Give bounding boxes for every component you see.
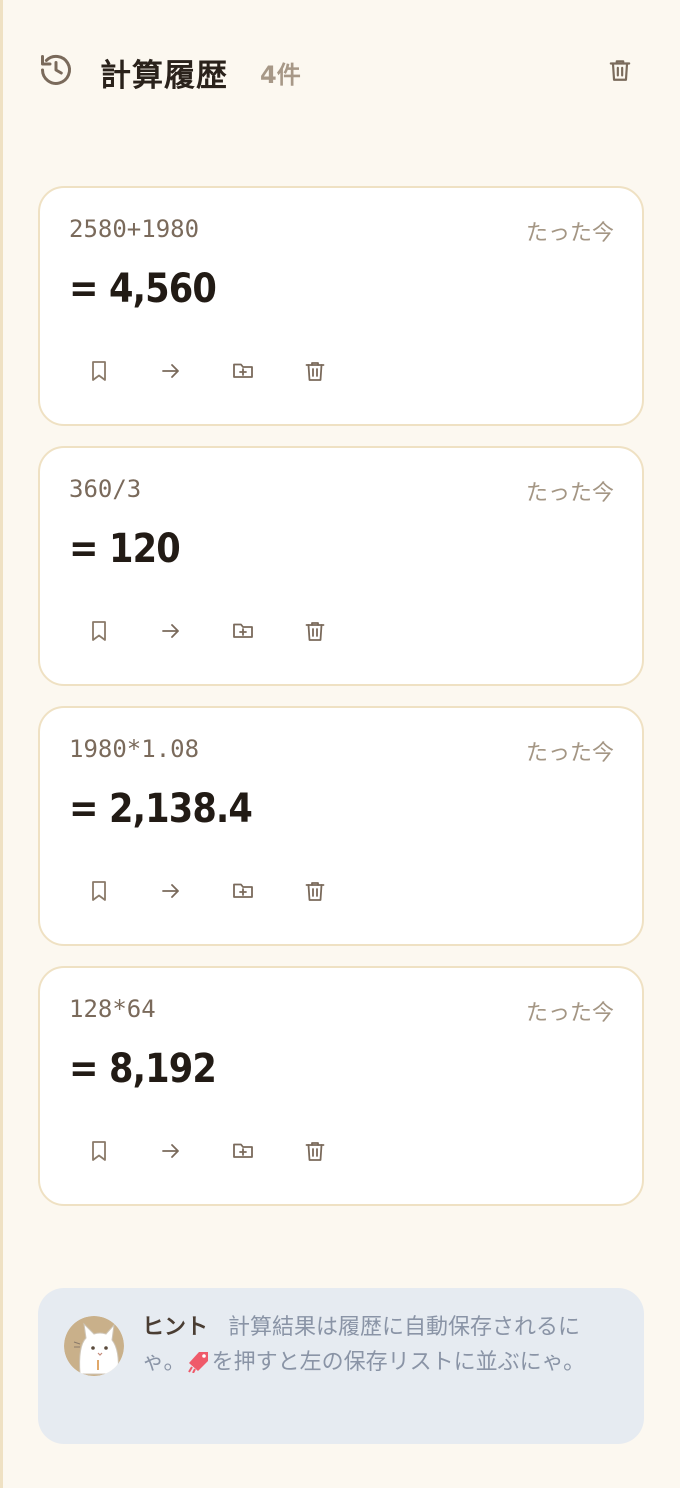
bookmark-tag-icon: [186, 1349, 212, 1374]
history-card[interactable]: 360/3 たった今 = 120: [38, 446, 644, 686]
clear-history-button[interactable]: [602, 52, 638, 88]
hint-message: ヒント 計算結果は履歴に自動保存されるにゃ。 を押すと左の保存リストに並ぶにゃ。: [142, 1310, 620, 1380]
arrow-right-icon: [162, 624, 179, 638]
use-result-button[interactable]: [152, 352, 190, 390]
delete-entry-button[interactable]: [296, 612, 334, 650]
history-expression: 360/3: [69, 475, 142, 503]
history-expression: 1980*1.08: [69, 735, 200, 763]
card-actions: [80, 612, 368, 650]
bookmark-button[interactable]: [80, 612, 118, 650]
card-actions: [80, 872, 368, 910]
cat-avatar: [64, 1316, 124, 1376]
folder-plus-icon: [233, 363, 253, 378]
history-expression: 2580+1980: [69, 215, 200, 243]
history-expression: 128*64: [69, 995, 156, 1023]
history-result: = 8,192: [69, 1046, 217, 1092]
hint-box: ヒント 計算結果は履歴に自動保存されるにゃ。 を押すと左の保存リストに並ぶにゃ。: [38, 1288, 644, 1444]
page-title: 計算履歴: [100, 58, 228, 94]
add-to-folder-button[interactable]: [224, 352, 262, 390]
history-timestamp: たった今: [525, 1001, 614, 1026]
add-to-folder-button[interactable]: [224, 872, 262, 910]
add-to-folder-button[interactable]: [224, 1132, 262, 1170]
folder-plus-icon: [233, 623, 253, 638]
delete-entry-button[interactable]: [296, 352, 334, 390]
history-card[interactable]: 2580+1980 たった今 = 4,560: [38, 186, 644, 426]
arrow-right-icon: [162, 884, 179, 898]
card-actions: [80, 352, 368, 390]
bookmark-button[interactable]: [80, 352, 118, 390]
folder-plus-icon: [233, 883, 253, 898]
trash-icon: [609, 60, 631, 81]
use-result-button[interactable]: [152, 612, 190, 650]
history-timestamp: たった今: [525, 481, 614, 506]
add-to-folder-button[interactable]: [224, 612, 262, 650]
arrow-right-icon: [162, 1144, 179, 1158]
bookmark-button[interactable]: [80, 872, 118, 910]
hint-text-after: を押すと左の保存リストに並ぶにゃ。: [211, 1350, 586, 1375]
bookmark-icon: [92, 1141, 106, 1161]
history-header: 計算履歴 4件: [38, 44, 638, 96]
bookmark-icon: [92, 361, 106, 381]
trash-icon: [305, 882, 325, 901]
history-count-badge: 4件: [260, 61, 301, 89]
hint-label: ヒント: [142, 1315, 209, 1340]
arrow-right-icon: [162, 364, 179, 378]
bookmark-icon: [92, 881, 106, 901]
history-timestamp: たった今: [525, 741, 614, 766]
folder-plus-icon: [233, 1143, 253, 1158]
trash-icon: [305, 622, 325, 641]
delete-entry-button[interactable]: [296, 872, 334, 910]
history-list: 2580+1980 たった今 = 4,560 360/3 たった今 = 120: [38, 186, 644, 1226]
bookmark-icon: [92, 621, 106, 641]
use-result-button[interactable]: [152, 872, 190, 910]
history-result: = 4,560: [69, 266, 217, 312]
history-result: = 2,138.4: [69, 786, 253, 832]
history-card[interactable]: 1980*1.08 たった今 = 2,138.4: [38, 706, 644, 946]
history-result: = 120: [69, 526, 181, 572]
delete-entry-button[interactable]: [296, 1132, 334, 1170]
history-timestamp: たった今: [525, 221, 614, 246]
trash-icon: [305, 362, 325, 381]
panel-left-border: [0, 0, 3, 1488]
bookmark-button[interactable]: [80, 1132, 118, 1170]
history-clock-icon: [38, 52, 74, 88]
history-card[interactable]: 128*64 たった今 = 8,192: [38, 966, 644, 1206]
use-result-button[interactable]: [152, 1132, 190, 1170]
trash-icon: [305, 1142, 325, 1161]
card-actions: [80, 1132, 368, 1170]
